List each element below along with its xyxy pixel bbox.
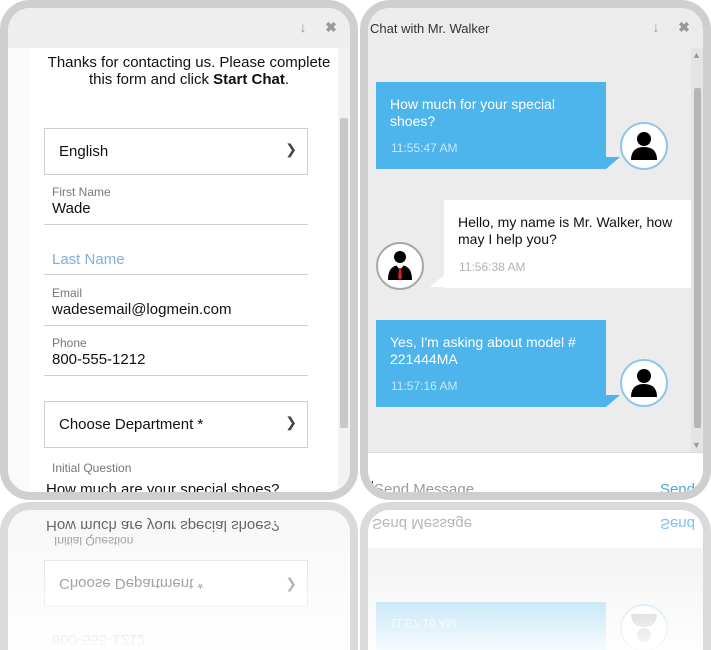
language-value: English xyxy=(59,143,109,160)
agent-message: Hello, my name is Mr. Walker, how may I … xyxy=(444,200,700,288)
message-time: 11:56:38 AM xyxy=(459,260,526,274)
initial-question-label: Initial Question xyxy=(52,461,132,475)
first-name-value: Wade xyxy=(52,200,91,217)
send-message-input[interactable]: Send Message xyxy=(372,481,474,492)
form-scrollbar-thumb[interactable] xyxy=(340,118,348,428)
visitor-avatar xyxy=(620,359,668,407)
bubble-tail xyxy=(606,395,620,407)
intro-end: . xyxy=(284,71,290,88)
email-value: wadesemail@logmein.com xyxy=(52,301,232,318)
form-reflection: How much are your special shoes? Initial… xyxy=(0,502,358,650)
form-body: Thanks for contacting us. Please complet… xyxy=(30,48,348,492)
message-text: Yes, I'm asking about model # 221444MA xyxy=(390,334,576,367)
agent-suit-icon xyxy=(388,251,412,280)
visitor-message: Yes, I'm asking about model # 221444MA 1… xyxy=(376,320,606,407)
form-scrollbar[interactable] xyxy=(338,48,350,492)
chat-reflection: Send Message Send 11:57:16 AM xyxy=(360,502,711,650)
chat-scrollbar[interactable]: ▲ ▼ xyxy=(691,48,703,452)
email-label: Email xyxy=(52,286,83,300)
visitor-message: How much for your special shoes? 11:55:4… xyxy=(376,82,606,169)
message-text: How much for your special shoes? xyxy=(390,96,555,129)
form-intro: Thanks for contacting us. Please complet… xyxy=(44,54,334,88)
user-silhouette-icon xyxy=(631,369,657,397)
first-name-label: First Name xyxy=(52,185,111,199)
message-composer: Send Message Send xyxy=(368,452,703,492)
chat-scrollbar-thumb[interactable] xyxy=(694,88,701,428)
agent-avatar xyxy=(376,242,424,290)
first-name-field[interactable]: First Name Wade xyxy=(44,181,308,225)
reflection-fade xyxy=(368,510,703,650)
chat-titlebar: Chat with Mr. Walker ↓ ✖ xyxy=(368,8,703,48)
chevron-down-icon: ❯ xyxy=(285,414,297,430)
pre-chat-form-window: ↓ ✖ Thanks for contacting us. Please com… xyxy=(0,0,358,500)
visitor-avatar xyxy=(620,122,668,170)
last-name-field[interactable]: Last Name xyxy=(44,231,308,275)
close-icon[interactable]: ✖ xyxy=(322,18,340,36)
department-select[interactable]: Choose Department * ❯ xyxy=(44,401,308,448)
close-icon[interactable]: ✖ xyxy=(675,18,693,36)
phone-field[interactable]: Phone 800-555-1212 xyxy=(44,332,308,376)
department-value: Choose Department * xyxy=(59,416,204,433)
email-field[interactable]: Email wadesemail@logmein.com xyxy=(44,282,308,326)
user-silhouette-icon xyxy=(631,132,657,160)
bubble-tail xyxy=(430,275,444,287)
phone-value: 800-555-1212 xyxy=(52,351,146,368)
send-button[interactable]: Send xyxy=(660,481,695,492)
chevron-down-icon: ❯ xyxy=(285,141,297,157)
chat-title: Chat with Mr. Walker xyxy=(370,21,490,36)
last-name-placeholder: Last Name xyxy=(52,251,125,268)
minimize-icon[interactable]: ↓ xyxy=(294,18,312,36)
message-text: Hello, my name is Mr. Walker, how may I … xyxy=(458,214,673,247)
intro-bold: Start Chat xyxy=(213,71,285,88)
form-titlebar: ↓ ✖ xyxy=(8,8,350,48)
chat-transcript: How much for your special shoes? 11:55:4… xyxy=(368,48,703,452)
scroll-up-icon[interactable]: ▲ xyxy=(692,50,701,60)
language-select[interactable]: English ❯ xyxy=(44,128,308,175)
minimize-icon[interactable]: ↓ xyxy=(647,18,665,36)
reflection-fade xyxy=(8,510,350,650)
bubble-tail xyxy=(606,157,620,169)
initial-question-field[interactable]: How much are your special shoes? xyxy=(46,481,279,492)
chat-window: Chat with Mr. Walker ↓ ✖ How much for yo… xyxy=(360,0,711,500)
scroll-down-icon[interactable]: ▼ xyxy=(692,440,701,450)
message-time: 11:57:16 AM xyxy=(391,379,458,393)
phone-label: Phone xyxy=(52,336,87,350)
message-time: 11:55:47 AM xyxy=(391,141,458,155)
